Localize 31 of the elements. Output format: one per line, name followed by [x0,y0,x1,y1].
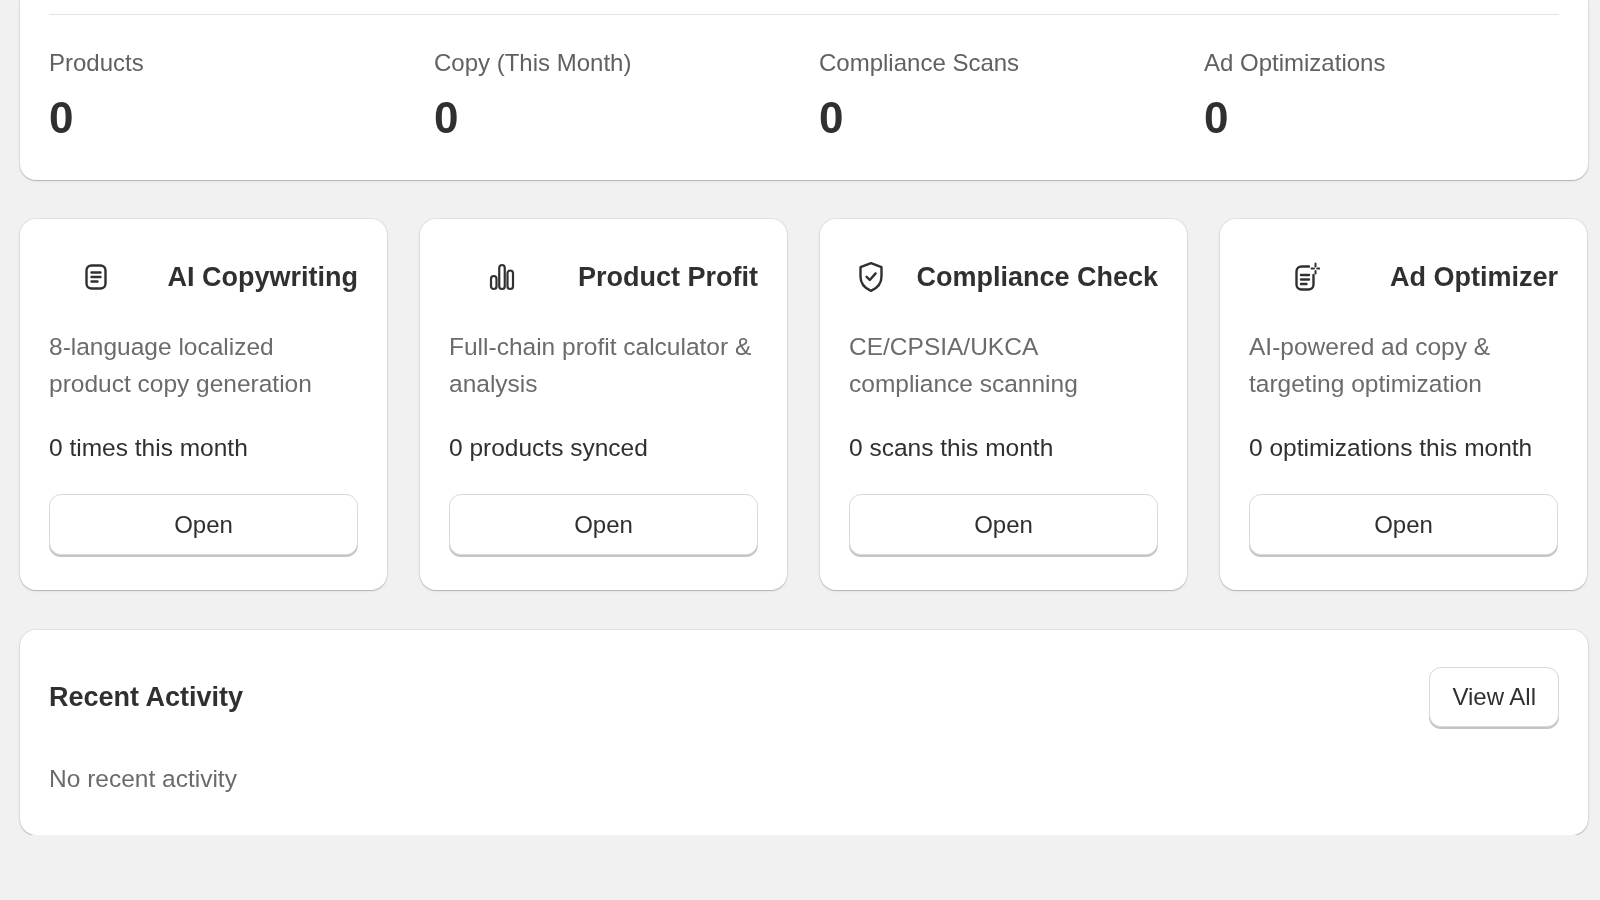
usage-text: 0 times this month [49,433,249,463]
feature-description: CE/CPSIA/UKCA compliance scanning [849,332,1079,399]
feature-title: Ad Optimizer [1390,261,1558,294]
document-icon [84,263,109,291]
stat-value: 0 [819,93,844,143]
stat-label: Compliance Scans [819,48,1020,78]
stat-value: 0 [1204,93,1229,143]
open-button[interactable]: Open [49,494,358,555]
stat-label: Copy (This Month) [434,48,632,78]
shield-check-icon [857,261,884,293]
feature-title: Product Profit [578,261,758,294]
open-button[interactable]: Open [449,494,758,555]
usage-text: 0 optimizations this month [1249,433,1534,463]
open-button[interactable]: Open [849,494,1158,555]
stat-label: Products [49,48,144,78]
usage-text: 0 products synced [449,433,649,463]
feature-title: Compliance Check [916,261,1158,294]
open-button[interactable]: Open [1249,494,1558,555]
bar-chart-icon [488,263,515,291]
feature-description: 8-language localized product copy generation [49,332,313,399]
empty-state-text: No recent activity [49,764,238,794]
feature-title: AI Copywriting [167,261,358,294]
usage-text: 0 scans this month [849,433,1055,463]
stat-value: 0 [49,93,74,143]
stat-label: Ad Optimizations [1204,48,1386,78]
feature-description: Full-chain profit calculator & analysis [449,332,753,399]
document-sparkle-icon [1294,262,1321,292]
stat-value: 0 [434,93,459,143]
feature-description: AI-powered ad copy & targeting optimization [1249,332,1492,399]
view-all-button[interactable]: View All [1429,667,1559,727]
section-title: Recent Activity [49,681,244,714]
